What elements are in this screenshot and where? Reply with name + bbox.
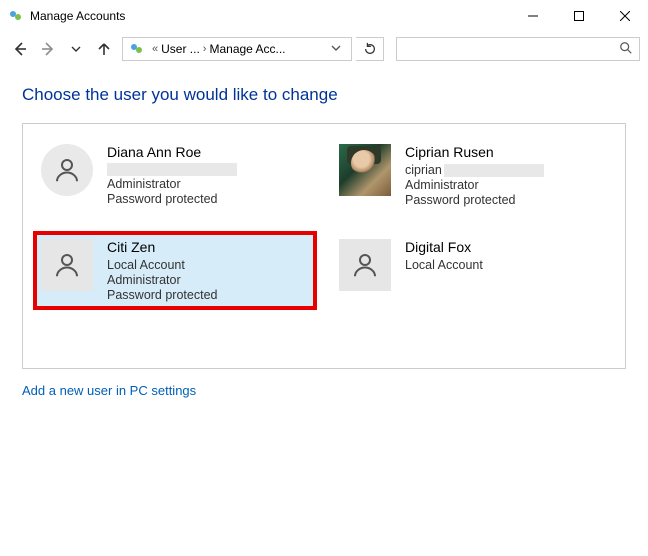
- up-button[interactable]: [92, 37, 116, 61]
- user-name: Digital Fox: [405, 239, 483, 255]
- search-icon: [619, 41, 633, 58]
- user-name: Citi Zen: [107, 239, 217, 255]
- redacted-email: [107, 163, 237, 176]
- user-email-prefix: ciprian: [405, 163, 442, 177]
- user-protection: Password protected: [405, 193, 544, 207]
- titlebar: Manage Accounts: [0, 0, 648, 31]
- history-dropdown[interactable]: [64, 37, 88, 61]
- close-button[interactable]: [602, 0, 648, 31]
- user-protection: Password protected: [107, 288, 217, 302]
- user-protection: Password protected: [107, 192, 237, 206]
- search-input[interactable]: [396, 37, 640, 61]
- maximize-button[interactable]: [556, 0, 602, 31]
- content: Choose the user you would like to change…: [0, 67, 648, 408]
- user-tile-ciprian[interactable]: Ciprian Rusen ciprian Administrator Pass…: [333, 138, 613, 213]
- page-heading: Choose the user you would like to change: [22, 85, 626, 105]
- forward-button[interactable]: [36, 37, 60, 61]
- user-name: Ciprian Rusen: [405, 144, 544, 160]
- avatar-placeholder-icon: [41, 144, 93, 196]
- chevron-icon: «: [152, 43, 158, 55]
- user-role: Administrator: [107, 273, 217, 287]
- breadcrumb-seg-2[interactable]: Manage Acc...: [209, 42, 285, 56]
- user-tile-digitalfox[interactable]: Digital Fox Local Account: [333, 233, 613, 308]
- address-bar[interactable]: « User ... › Manage Acc...: [122, 37, 352, 61]
- navbar: « User ... › Manage Acc...: [0, 31, 648, 67]
- back-button[interactable]: [8, 37, 32, 61]
- user-tiles: Diana Ann Roe Administrator Password pro…: [22, 123, 626, 369]
- user-role: Administrator: [107, 177, 237, 191]
- avatar-photo: [339, 144, 391, 196]
- user-tile-citizen[interactable]: Citi Zen Local Account Administrator Pas…: [35, 233, 315, 308]
- user-tile-diana[interactable]: Diana Ann Roe Administrator Password pro…: [35, 138, 315, 213]
- user-account-type: Local Account: [107, 258, 217, 272]
- minimize-button[interactable]: [510, 0, 556, 31]
- window-title: Manage Accounts: [30, 9, 510, 23]
- avatar-placeholder-icon: [41, 239, 93, 291]
- address-dropdown[interactable]: [325, 42, 347, 56]
- chevron-right-icon: ›: [203, 43, 207, 55]
- user-account-type: Local Account: [405, 258, 483, 272]
- redacted-email: [444, 164, 544, 177]
- breadcrumb-seg-1[interactable]: User ...: [161, 42, 200, 56]
- user-role: Administrator: [405, 178, 544, 192]
- app-icon: [8, 8, 24, 24]
- avatar-placeholder-icon: [339, 239, 391, 291]
- refresh-button[interactable]: [356, 37, 384, 61]
- add-user-link[interactable]: Add a new user in PC settings: [22, 383, 626, 398]
- address-icon: [129, 41, 145, 57]
- user-name: Diana Ann Roe: [107, 144, 237, 160]
